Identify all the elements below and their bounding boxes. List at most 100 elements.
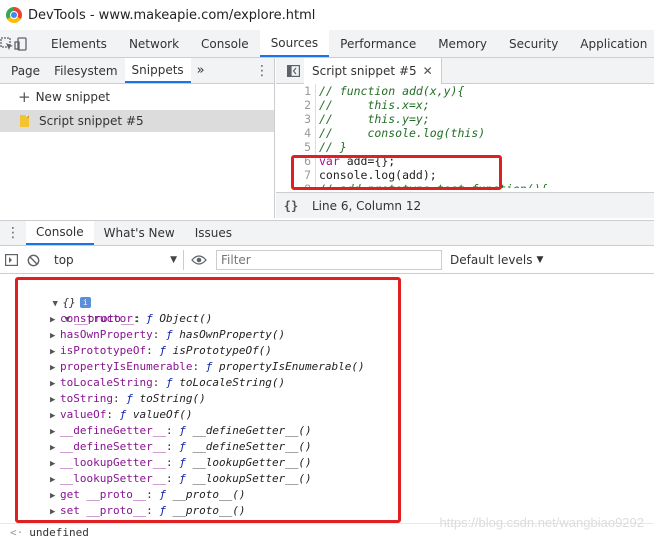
new-snippet-button[interactable]: + New snippet: [0, 84, 274, 110]
drawer-menu-icon[interactable]: ⋮: [0, 221, 26, 245]
entry-value: propertyIsEnumerable(): [218, 360, 365, 373]
return-arrow-icon: <·: [10, 526, 24, 539]
line-number[interactable]: 4: [276, 126, 316, 140]
show-sidebar-icon[interactable]: [0, 254, 22, 266]
tab-memory[interactable]: Memory: [427, 30, 498, 57]
collapsed-triangle-icon[interactable]: ▶: [50, 456, 60, 472]
log-levels-dropdown[interactable]: Default levels ▼: [450, 253, 543, 267]
entry-value: __proto__(): [172, 488, 246, 501]
tab-sources[interactable]: Sources: [259, 30, 330, 57]
line-number[interactable]: 6: [276, 154, 316, 168]
pretty-print-button[interactable]: {}: [276, 199, 306, 213]
collapsed-triangle-icon[interactable]: ▶: [50, 328, 60, 344]
entry-key: isPrototypeOf: [60, 344, 147, 357]
line-number[interactable]: 1: [276, 84, 316, 98]
proto-entry[interactable]: ▶ __lookupGetter__: ƒ __lookupGetter__(): [0, 455, 654, 471]
function-symbol-icon: ƒ: [126, 392, 140, 405]
function-symbol-icon: ƒ: [165, 328, 180, 341]
line-number[interactable]: 5: [276, 140, 316, 154]
proto-entry[interactable]: ▶ valueOf: ƒ valueOf(): [0, 407, 654, 423]
function-symbol-icon: ƒ: [159, 344, 173, 357]
navigator-tab-snippets[interactable]: Snippets: [124, 58, 191, 83]
eye-icon[interactable]: [188, 254, 210, 266]
proto-entry[interactable]: ▶ toString: ƒ toString(): [0, 391, 654, 407]
code-line[interactable]: 5// }: [276, 140, 654, 154]
line-number[interactable]: 3: [276, 112, 316, 126]
navigator-tab-page[interactable]: Page: [4, 58, 47, 83]
collapsed-triangle-icon[interactable]: ▶: [50, 408, 60, 424]
collapsed-triangle-icon[interactable]: ▶: [50, 424, 60, 440]
filter-input[interactable]: [216, 250, 442, 270]
more-tabs-button[interactable]: »: [191, 58, 211, 83]
console-object-row[interactable]: ▼{} i: [0, 279, 654, 309]
snippet-item[interactable]: Script snippet #5: [0, 110, 274, 132]
tab-application[interactable]: Application: [569, 30, 654, 57]
collapsed-triangle-icon[interactable]: ▶: [50, 472, 60, 488]
toggle-navigator-icon[interactable]: [282, 64, 304, 77]
proto-entry[interactable]: ▶ __defineGetter__: ƒ __defineGetter__(): [0, 423, 654, 439]
clear-console-icon[interactable]: [22, 254, 44, 267]
entry-colon: :: [152, 328, 166, 341]
code-line[interactable]: 2// this.x=x;: [276, 98, 654, 112]
tab-performance[interactable]: Performance: [329, 30, 427, 57]
close-icon[interactable]: ✕: [423, 64, 433, 78]
line-number[interactable]: 8: [276, 182, 316, 188]
collapsed-triangle-icon[interactable]: ▶: [50, 392, 60, 408]
collapsed-triangle-icon[interactable]: ▶: [50, 376, 60, 392]
proto-entry[interactable]: ▶ toLocaleString: ƒ toLocaleString(): [0, 375, 654, 391]
navigator-tab-list: Page Filesystem Snippets: [4, 58, 191, 83]
editor-tab[interactable]: Script snippet #5 ✕: [304, 57, 442, 84]
proto-entry[interactable]: ▶ __defineSetter__: ƒ __defineSetter__(): [0, 439, 654, 455]
function-symbol-icon: ƒ: [179, 472, 193, 485]
device-toolbar-icon[interactable]: [14, 30, 28, 57]
entry-key: valueOf: [60, 408, 107, 421]
entry-key: __lookupSetter__: [60, 472, 166, 485]
function-symbol-icon: ƒ: [146, 312, 160, 325]
entry-value: Object(): [159, 312, 213, 325]
window-titlebar: DevTools - www.makeapie.com/explore.html: [0, 0, 654, 30]
proto-entry[interactable]: ▶ isPrototypeOf: ƒ isPrototypeOf(): [0, 343, 654, 359]
code-lines[interactable]: 1// function add(x,y){2// this.x=x; 3// t…: [276, 84, 654, 188]
chrome-logo-icon: [6, 7, 22, 23]
line-number[interactable]: 2: [276, 98, 316, 112]
code-editor: Script snippet #5 ✕ 1// function add(x,y…: [276, 57, 654, 218]
function-symbol-icon: ƒ: [179, 440, 193, 453]
tab-network[interactable]: Network: [118, 30, 190, 57]
proto-entry[interactable]: ▶ constructor: ƒ Object(): [0, 311, 654, 327]
code-line[interactable]: 6 var add={};: [276, 154, 654, 168]
collapsed-triangle-icon[interactable]: ▶: [50, 488, 60, 504]
editor-tab-bar: Script snippet #5 ✕: [276, 57, 654, 84]
proto-entry[interactable]: ▶ get __proto__: ƒ __proto__(): [0, 487, 654, 503]
inspect-element-icon[interactable]: [0, 30, 14, 57]
entry-value: __proto__(): [172, 504, 246, 517]
entry-key: __defineSetter__: [60, 440, 166, 453]
drawer-tab-console[interactable]: Console: [26, 221, 94, 245]
proto-entry[interactable]: ▶ propertyIsEnumerable: ƒ propertyIsEnume…: [0, 359, 654, 375]
context-selector[interactable]: top ▼: [48, 250, 184, 270]
code-line[interactable]: 4// console.log(this): [276, 126, 654, 140]
drawer-tab-what-s-new[interactable]: What's New: [94, 221, 185, 245]
tab-security[interactable]: Security: [498, 30, 569, 57]
collapsed-triangle-icon[interactable]: ▶: [50, 360, 60, 376]
collapsed-triangle-icon[interactable]: ▶: [50, 440, 60, 456]
console-toolbar: top ▼ Default levels ▼: [0, 247, 654, 274]
navigator-tab-filesystem[interactable]: Filesystem: [47, 58, 124, 83]
proto-entry[interactable]: ▶ hasOwnProperty: ƒ hasOwnProperty(): [0, 327, 654, 343]
navigator-menu-icon[interactable]: ⋮: [250, 58, 274, 83]
collapsed-triangle-icon[interactable]: ▶: [50, 504, 60, 520]
drawer-tab-issues[interactable]: Issues: [185, 221, 242, 245]
code-line[interactable]: 1// function add(x,y){: [276, 84, 654, 98]
function-symbol-icon: ƒ: [179, 424, 193, 437]
entry-key: constructor: [60, 312, 133, 325]
entry-colon: :: [146, 344, 160, 357]
tab-console[interactable]: Console: [190, 30, 260, 57]
collapsed-triangle-icon[interactable]: ▶: [50, 344, 60, 360]
tab-elements[interactable]: Elements: [40, 30, 118, 57]
proto-row[interactable]: ▼ __proto__:: [0, 295, 654, 325]
proto-entry[interactable]: ▶ __lookupSetter__: ƒ __lookupSetter__(): [0, 471, 654, 487]
code-line[interactable]: 8// add.prototype.test=function(){: [276, 182, 654, 188]
collapsed-triangle-icon[interactable]: ▶: [50, 312, 60, 328]
code-line[interactable]: 7 console.log(add);: [276, 168, 654, 182]
code-line[interactable]: 3// this.y=y;: [276, 112, 654, 126]
line-number[interactable]: 7: [276, 168, 316, 182]
